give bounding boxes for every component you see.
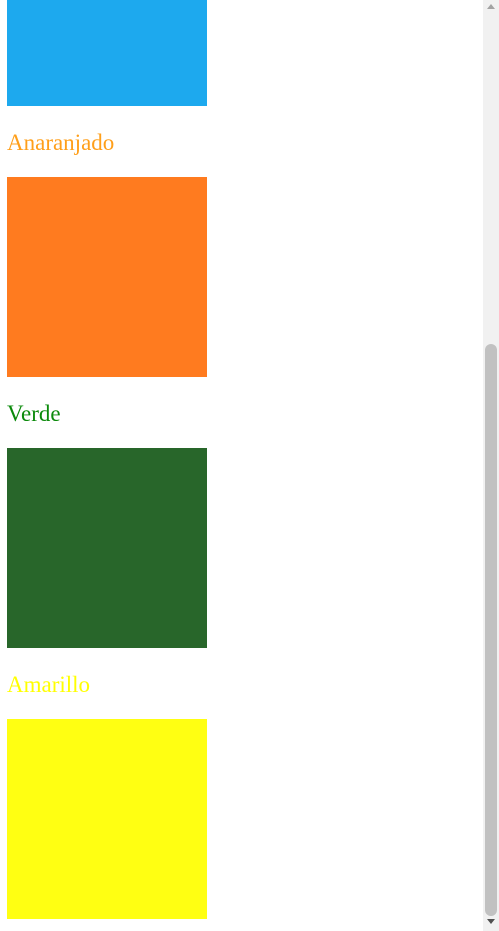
orange-color-label: Anaranjado: [7, 130, 115, 155]
vertical-scrollbar[interactable]: [483, 0, 499, 931]
scrollbar-thumb[interactable]: [485, 344, 497, 916]
yellow-color-swatch: [7, 719, 207, 919]
yellow-color-label: Amarillo: [7, 672, 91, 697]
green-color-label: Verde: [7, 401, 61, 426]
scroll-down-arrow-icon[interactable]: [483, 915, 499, 929]
green-color-swatch: [7, 448, 207, 648]
scroll-up-arrow-icon[interactable]: [483, 0, 499, 14]
blue-color-swatch: [7, 0, 207, 106]
orange-color-swatch: [7, 177, 207, 377]
page-content: Anaranjado Verde Amarillo: [0, 0, 483, 931]
